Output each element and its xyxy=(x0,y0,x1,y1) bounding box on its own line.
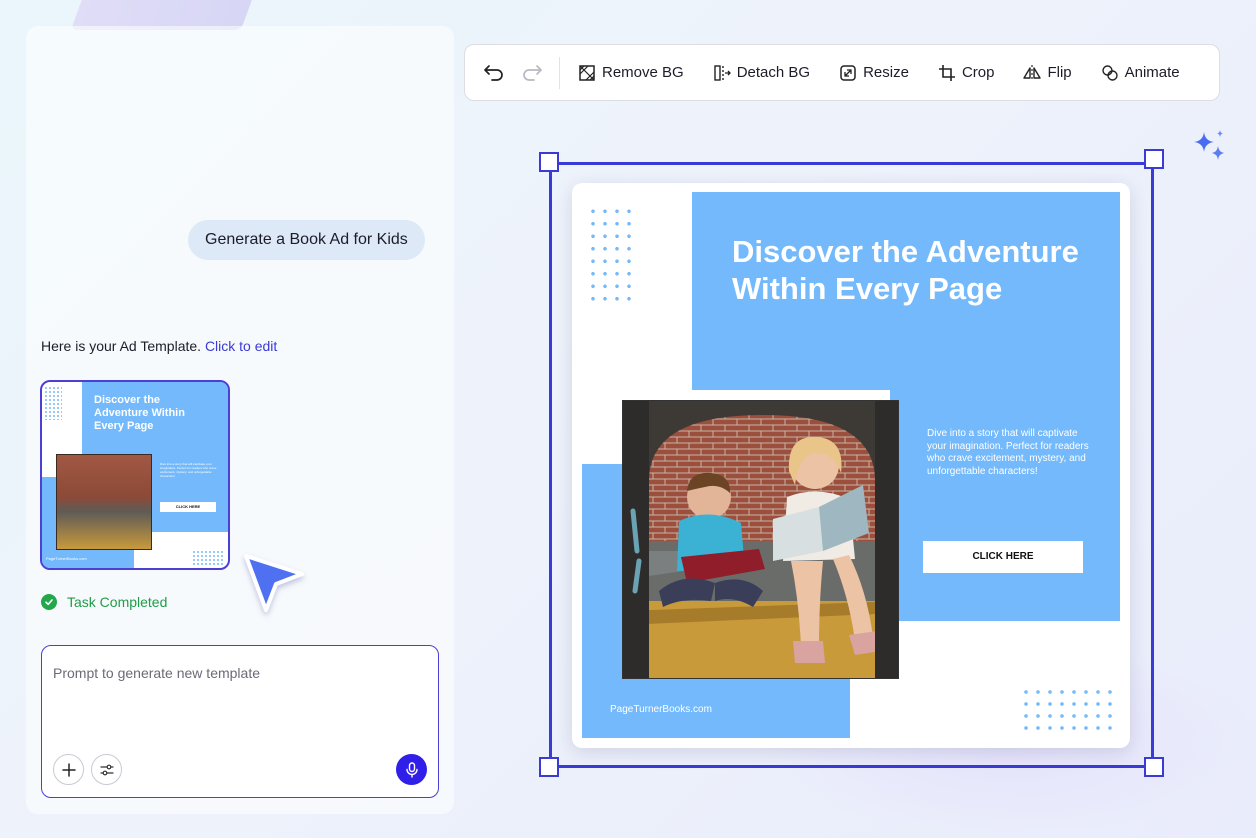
click-to-edit-link[interactable]: Click to edit xyxy=(205,338,277,354)
ad-template-canvas[interactable]: Discover the Adventure Within Every Page… xyxy=(572,183,1130,748)
ad-blue-block xyxy=(890,383,1120,621)
crop-label: Crop xyxy=(961,64,995,81)
sliders-icon xyxy=(99,764,114,775)
assistant-response: Here is your Ad Template. Click to edit xyxy=(41,338,277,354)
kids-reading-image xyxy=(623,401,898,678)
redo-button[interactable] xyxy=(521,62,543,84)
resize-icon xyxy=(840,64,856,81)
thumbnail-dots-pattern xyxy=(44,386,62,420)
remove-bg-button[interactable]: Remove BG xyxy=(578,64,684,82)
toolbar-divider xyxy=(559,56,560,89)
animate-button[interactable]: Animate xyxy=(1101,64,1180,82)
ad-photo-kids-reading[interactable] xyxy=(622,400,899,679)
resize-button[interactable]: Resize xyxy=(839,64,909,82)
flip-label: Flip xyxy=(1047,64,1072,81)
flip-button[interactable]: Flip xyxy=(1023,64,1072,82)
sparkle-icon xyxy=(1194,130,1224,160)
detach-bg-button[interactable]: Detach BG xyxy=(713,64,810,82)
undo-button[interactable] xyxy=(483,62,505,84)
redo-icon xyxy=(523,64,542,81)
user-message-bubble: Generate a Book Ad for Kids xyxy=(188,220,425,260)
add-button[interactable] xyxy=(53,754,84,785)
response-text: Here is your Ad Template. xyxy=(41,338,205,354)
ad-body-text[interactable]: Dive into a story that will captivate yo… xyxy=(927,428,1097,478)
ad-dots-pattern xyxy=(587,205,635,305)
crop-button[interactable]: Crop xyxy=(938,64,995,82)
resize-handle-bottom-right[interactable] xyxy=(1144,757,1164,777)
thumbnail-url: PageTurnerBooks.com xyxy=(46,556,87,561)
resize-handle-top-left[interactable] xyxy=(539,152,559,172)
animate-label: Animate xyxy=(1124,64,1180,81)
task-status-text: Task Completed xyxy=(67,594,168,610)
task-status: Task Completed xyxy=(41,594,167,610)
prompt-placeholder[interactable]: Prompt to generate new template xyxy=(53,665,260,681)
template-thumbnail[interactable]: Discover the Adventure Within Every Page… xyxy=(40,380,230,570)
ad-cta-button[interactable]: CLICK HERE xyxy=(923,541,1083,573)
thumbnail-dots-pattern xyxy=(192,550,224,566)
microphone-button[interactable] xyxy=(396,754,427,785)
plus-icon xyxy=(61,762,76,777)
settings-button[interactable] xyxy=(91,754,122,785)
resize-handle-bottom-left[interactable] xyxy=(539,757,559,777)
remove-bg-label: Remove BG xyxy=(602,64,684,81)
remove-bg-icon xyxy=(579,64,595,81)
undo-icon xyxy=(484,64,503,81)
thumbnail-title: Discover the Adventure Within Every Page xyxy=(94,394,185,432)
prompt-input-box[interactable]: Prompt to generate new template xyxy=(41,645,439,798)
ad-dots-pattern xyxy=(1020,686,1120,734)
thumbnail-photo xyxy=(56,454,152,550)
thumbnail-cta: CLICK HERE xyxy=(160,502,216,512)
resize-handle-top-right[interactable] xyxy=(1144,149,1164,169)
thumbnail-body: Dive into a story that will captivate yo… xyxy=(160,462,217,478)
ad-website[interactable]: PageTurnerBooks.com xyxy=(610,704,712,715)
microphone-icon xyxy=(405,761,418,778)
detach-bg-label: Detach BG xyxy=(736,64,811,81)
animate-icon xyxy=(1101,64,1118,81)
crop-icon xyxy=(938,64,955,81)
check-circle-icon xyxy=(41,594,57,610)
flip-icon xyxy=(1023,64,1042,81)
resize-label: Resize xyxy=(863,64,909,81)
ad-headline[interactable]: Discover the Adventure Within Every Page xyxy=(732,233,1092,307)
pointer-cursor-icon xyxy=(244,554,304,612)
detach-bg-icon xyxy=(714,64,731,81)
editor-toolbar: Remove BG Detach BG Resize Crop Flip Ani… xyxy=(464,44,1220,101)
